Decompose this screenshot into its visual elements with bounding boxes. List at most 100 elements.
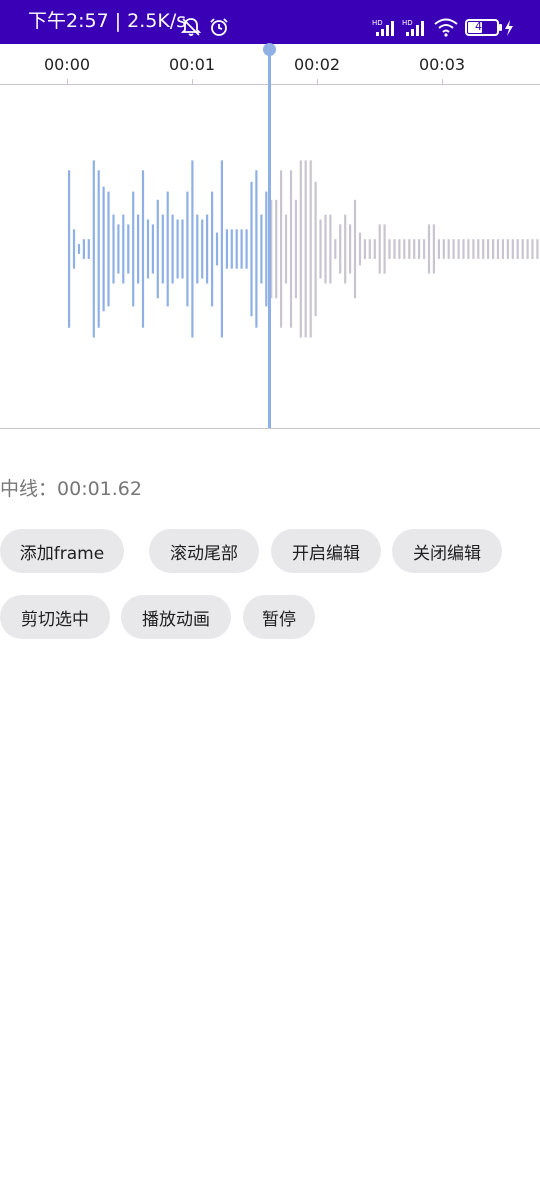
svg-text:HD: HD <box>402 19 413 27</box>
midline-label: 中线： <box>0 478 58 500</box>
waveform-bar <box>196 214 199 284</box>
waveform-bar <box>363 239 366 259</box>
waveform-bar <box>68 170 71 328</box>
waveform-bar <box>87 239 90 259</box>
alarm-icon <box>210 18 228 36</box>
waveform-bar <box>294 199 297 299</box>
waveform-bar <box>521 239 524 259</box>
waveform-bar <box>141 170 145 328</box>
waveform-bar <box>181 219 184 279</box>
waveform-bar <box>186 191 189 307</box>
waveform-bar <box>97 170 100 328</box>
waveform-bar <box>349 224 352 274</box>
svg-text:HD: HD <box>372 19 383 27</box>
enable-edit-button[interactable]: 开启编辑 <box>271 529 381 573</box>
waveform-bar <box>191 160 194 338</box>
waveform-bar <box>511 239 514 259</box>
charging-icon <box>505 20 513 36</box>
waveform-bar <box>334 239 337 259</box>
play-animation-button[interactable]: 播放动画 <box>121 595 231 639</box>
playhead-handle[interactable] <box>263 43 276 56</box>
waveform-bar <box>299 160 302 338</box>
waveform-bar <box>82 239 85 259</box>
waveform-bar <box>146 219 150 279</box>
waveform-bar <box>220 160 223 338</box>
waveform-bar <box>437 239 440 259</box>
waveform-bar <box>536 239 539 259</box>
tick-label: 00:01 <box>168 55 216 74</box>
tick-label: 00:03 <box>418 55 466 74</box>
waveform-bar <box>304 160 307 338</box>
waveform-bar <box>492 239 495 259</box>
midline-value: 00:01.62 <box>57 478 142 500</box>
waveform-bar <box>245 229 248 269</box>
waveform-bar <box>452 239 455 259</box>
scroll-end-button[interactable]: 滚动尾部 <box>149 529 259 573</box>
waveform-bar <box>423 239 426 259</box>
waveform-bar <box>284 214 288 284</box>
signal-hd-icon: HD <box>372 19 394 36</box>
battery-icon: 48 <box>465 19 499 36</box>
waveform-bar <box>107 191 110 307</box>
waveform-bar <box>72 229 76 269</box>
waveform-bar <box>230 229 233 269</box>
waveform-baseline-divider <box>0 428 540 429</box>
pause-button[interactable]: 暂停 <box>243 595 315 639</box>
waveform-bar <box>472 239 475 259</box>
waveform-bar <box>413 239 416 259</box>
waveform-bar <box>462 239 465 259</box>
add-frame-button[interactable]: 添加frame <box>0 529 124 573</box>
wifi-icon <box>434 18 458 37</box>
waveform-bar <box>442 239 445 259</box>
waveform-bar <box>206 214 209 284</box>
waveform-bar <box>151 224 154 274</box>
playhead-line[interactable] <box>268 50 271 428</box>
waveform-bar <box>329 214 332 284</box>
waveform-bar <box>383 224 386 274</box>
disable-edit-button[interactable]: 关闭编辑 <box>392 529 502 573</box>
signal-hd-icon-2: HD <box>402 19 424 36</box>
waveform-bar <box>418 239 421 259</box>
waveform-bar <box>201 219 204 279</box>
waveform-bar <box>526 239 529 259</box>
waveform-bar <box>314 181 317 317</box>
waveform-bar <box>403 239 406 259</box>
waveform-bar <box>117 224 120 274</box>
waveform-bar <box>250 181 253 317</box>
waveform-bar <box>122 214 125 284</box>
waveform-bar <box>176 219 179 279</box>
waveform-bar <box>225 229 228 269</box>
waveform-bar <box>77 244 81 254</box>
waveform-bar <box>215 232 219 266</box>
waveform-bar <box>289 170 293 328</box>
waveform-bar <box>408 239 411 259</box>
waveform-bar <box>477 239 480 259</box>
waveform-bar <box>344 214 347 284</box>
cut-selected-button[interactable]: 剪切选中 <box>0 595 110 639</box>
waveform-bar <box>112 214 115 284</box>
waveform-bar <box>309 160 312 338</box>
waveform-bar <box>127 224 130 274</box>
waveform-bar <box>280 170 283 328</box>
waveform-bar <box>482 239 485 259</box>
waveform-bar <box>161 214 164 284</box>
waveform-bar <box>339 224 342 274</box>
waveform-bar <box>319 219 322 279</box>
waveform-bar <box>102 186 105 312</box>
tick-label: 00:02 <box>293 55 341 74</box>
waveform-bar <box>447 239 450 259</box>
waveform-bar <box>487 239 490 259</box>
waveform-bar <box>496 239 500 259</box>
tick-label: 00:00 <box>43 55 91 74</box>
waveform-bar <box>260 214 263 284</box>
waveform-bar <box>432 224 435 274</box>
waveform-bar <box>255 170 258 328</box>
waveform-bar <box>501 239 504 259</box>
waveform-bar <box>506 239 509 259</box>
waveform-bar <box>132 191 135 307</box>
waveform-bar <box>358 232 362 266</box>
waveform-bar <box>467 239 470 259</box>
waveform-bar <box>156 199 159 299</box>
battery-level: 48 <box>475 20 489 33</box>
waveform-bar <box>378 224 381 274</box>
